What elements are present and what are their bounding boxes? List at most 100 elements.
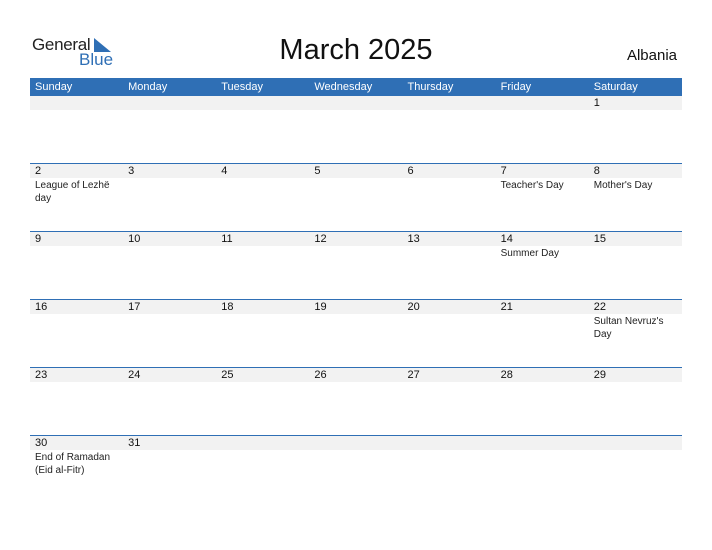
- day-cell: 5: [309, 164, 403, 231]
- day-cell: 29: [588, 368, 682, 435]
- day-number: [588, 436, 682, 450]
- day-cell: [495, 436, 589, 503]
- day-number: 23: [30, 368, 124, 382]
- day-cell: 16: [30, 300, 124, 367]
- holiday-label: Teacher's Day: [500, 180, 564, 191]
- day-cell: 20: [402, 300, 496, 367]
- day-cell: 28: [495, 368, 589, 435]
- day-number: [402, 96, 496, 110]
- day-cell: [216, 96, 310, 163]
- day-cell: 19: [309, 300, 403, 367]
- day-number: 21: [495, 300, 589, 314]
- day-cell: [588, 436, 682, 503]
- day-cell: 11: [216, 232, 310, 299]
- day-cell: 17: [123, 300, 217, 367]
- day-number: 14: [495, 232, 589, 246]
- day-number: 9: [30, 232, 124, 246]
- weekday-saturday: Saturday: [593, 81, 638, 93]
- day-cell: [309, 436, 403, 503]
- day-number: 12: [309, 232, 403, 246]
- day-number: [30, 96, 124, 110]
- calendar-grid: Sunday Monday Tuesday Wednesday Thursday Frid…: [30, 78, 682, 503]
- weekday-tuesday: Tuesday: [221, 81, 264, 93]
- day-number: 27: [402, 368, 496, 382]
- day-number: 13: [402, 232, 496, 246]
- day-number: 18: [216, 300, 310, 314]
- day-number: [216, 436, 310, 450]
- day-cell: 14 Summer Day: [495, 232, 589, 299]
- day-cell: 18: [216, 300, 310, 367]
- day-number: 8: [588, 164, 682, 178]
- day-cell: 21: [495, 300, 589, 367]
- day-cell: 13: [402, 232, 496, 299]
- day-cell: 22 Sultan Nevruz's Day: [588, 300, 682, 367]
- day-cell: [402, 436, 496, 503]
- day-number: [123, 96, 217, 110]
- day-cell: 30 End of Ramadan (Eid al-Fitr): [30, 436, 124, 503]
- holiday-label: End of Ramadan (Eid al-Fitr): [35, 452, 111, 476]
- day-number: 28: [495, 368, 589, 382]
- week-row: 1: [30, 96, 682, 163]
- holiday-label: League of Lezhë day: [35, 180, 110, 204]
- day-cell: 23: [30, 368, 124, 435]
- weekday-monday: Monday: [128, 81, 168, 93]
- day-cell: 1: [588, 96, 682, 163]
- week-row: 23 24 25 26 27 28 29: [30, 367, 682, 435]
- holiday-label: Sultan Nevruz's Day: [593, 316, 664, 340]
- day-cell: 8 Mother's Day: [588, 164, 682, 231]
- day-cell: 15: [588, 232, 682, 299]
- day-number: 10: [123, 232, 217, 246]
- day-cell: 6: [402, 164, 496, 231]
- day-number: 6: [402, 164, 496, 178]
- day-number: [216, 96, 310, 110]
- day-number: 25: [216, 368, 310, 382]
- day-number: 3: [123, 164, 217, 178]
- day-cell: [216, 436, 310, 503]
- day-number: 19: [309, 300, 403, 314]
- day-number: [495, 436, 589, 450]
- day-cell: 2 League of Lezhë day: [30, 164, 124, 231]
- day-cell: [30, 96, 124, 163]
- day-number: [309, 436, 403, 450]
- day-number: 26: [309, 368, 403, 382]
- day-cell: 26: [309, 368, 403, 435]
- day-cell: [123, 96, 217, 163]
- day-cell: [402, 96, 496, 163]
- day-cell: 12: [309, 232, 403, 299]
- day-number: 22: [588, 300, 682, 314]
- day-number: 4: [216, 164, 310, 178]
- day-cell: [495, 96, 589, 163]
- day-cell: [309, 96, 403, 163]
- day-cell: 24: [123, 368, 217, 435]
- day-number: [495, 96, 589, 110]
- day-cell: 9: [30, 232, 124, 299]
- day-number: 16: [30, 300, 124, 314]
- day-cell: 3: [123, 164, 217, 231]
- week-row: 2 League of Lezhë day 3 4 5 6 7 Teacher's Day 8 M…: [30, 163, 682, 231]
- page-title: March 2025: [279, 34, 433, 66]
- weekday-thursday: Thursday: [407, 81, 454, 93]
- day-cell: 10: [123, 232, 217, 299]
- day-number: 29: [588, 368, 682, 382]
- weekday-header: Sunday Monday Tuesday Wednesday Thursday Frid…: [30, 78, 682, 96]
- day-number: 30: [30, 436, 124, 450]
- day-number: 20: [402, 300, 496, 314]
- day-number: 7: [495, 164, 589, 178]
- day-cell: 25: [216, 368, 310, 435]
- week-row: 30 End of Ramadan (Eid al-Fitr) 31: [30, 435, 682, 503]
- week-row: 16 17 18 19 20 21 22 Sultan Nevruz's Day: [30, 299, 682, 367]
- day-number: 2: [30, 164, 124, 178]
- weekday-sunday: Sunday: [35, 81, 73, 93]
- day-number: 11: [216, 232, 310, 246]
- day-number: [402, 436, 496, 450]
- weekday-friday: Friday: [500, 81, 532, 93]
- day-number: 15: [588, 232, 682, 246]
- week-row: 9 10 11 12 13 14 Summer Day 15: [30, 231, 682, 299]
- day-number: [309, 96, 403, 110]
- country-label: Albania: [626, 47, 677, 64]
- day-cell: 7 Teacher's Day: [495, 164, 589, 231]
- day-cell: 4: [216, 164, 310, 231]
- day-number: 17: [123, 300, 217, 314]
- day-number: 5: [309, 164, 403, 178]
- day-number: 31: [123, 436, 217, 450]
